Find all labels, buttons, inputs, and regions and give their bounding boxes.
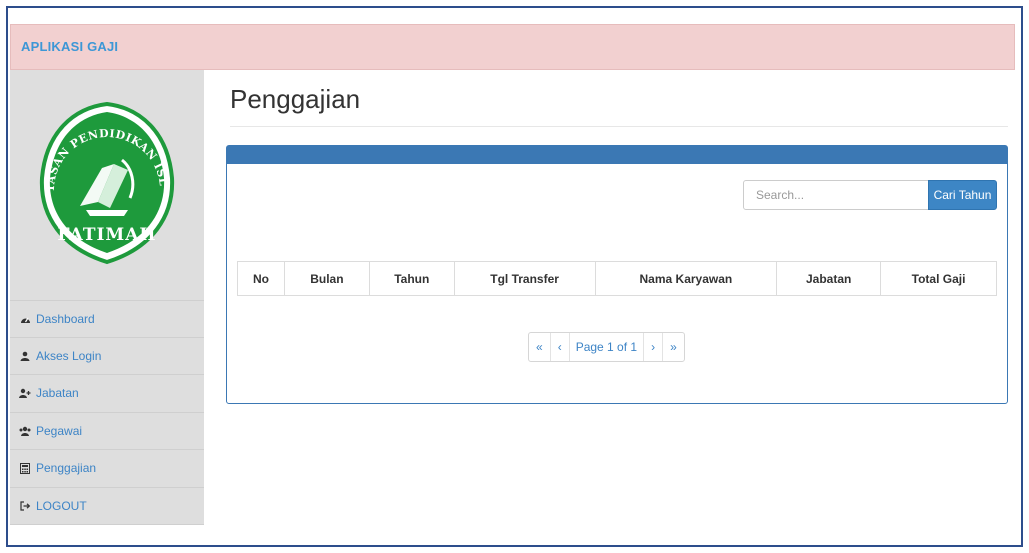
app-title[interactable]: APLIKASI GAJI <box>21 39 118 54</box>
column-header-tahun[interactable]: Tahun <box>368 261 455 296</box>
prev-page-button[interactable]: ‹ <box>551 333 570 361</box>
pagination: « ‹ Page 1 of 1 › » <box>528 332 685 362</box>
top-navbar: APLIKASI GAJI <box>10 24 1015 70</box>
table-header-row: No Bulan Tahun Tgl Transfer Nama Karyawa… <box>237 261 997 296</box>
sidebar: YAYASAN PENDIDIKAN ISLAM FATIMAH Dashboa… <box>10 70 204 525</box>
column-header-total-gaji[interactable]: Total Gaji <box>880 261 997 296</box>
sidebar-item-akses-login[interactable]: Akses Login <box>10 338 204 375</box>
svg-text:FATIMAH: FATIMAH <box>57 225 156 245</box>
sidebar-item-dashboard[interactable]: Dashboard <box>10 300 204 338</box>
sidebar-item-label: Penggajian <box>36 461 97 476</box>
next-page-button[interactable]: › <box>644 333 664 361</box>
sidebar-item-label: Dashboard <box>36 311 95 326</box>
organization-logo: YAYASAN PENDIDIKAN ISLAM FATIMAH <box>10 70 204 296</box>
column-header-no[interactable]: No <box>237 261 285 296</box>
column-header-nama-karyawan[interactable]: Nama Karyawan <box>594 261 778 296</box>
payroll-panel: Cari Tahun No Bulan Tahun Tgl Transfer N… <box>226 145 1008 404</box>
payroll-table: No Bulan Tahun Tgl Transfer Nama Karyawa… <box>237 261 997 296</box>
column-header-jabatan[interactable]: Jabatan <box>776 261 882 296</box>
sidebar-item-penggajian[interactable]: Penggajian <box>10 450 204 488</box>
last-page-button[interactable]: » <box>663 333 684 361</box>
page-info: Page 1 of 1 <box>570 333 645 361</box>
sidebar-item-label: Akses Login <box>36 348 102 363</box>
search-input[interactable] <box>743 180 929 210</box>
dashboard-icon <box>18 314 32 324</box>
sidebar-item-logout[interactable]: LOGOUT <box>10 488 204 525</box>
search-year-button[interactable]: Cari Tahun <box>928 180 997 210</box>
panel-heading <box>227 146 1007 164</box>
page-title: Penggajian <box>230 84 361 114</box>
first-page-button[interactable]: « <box>529 333 551 361</box>
logout-icon <box>18 501 32 511</box>
sidebar-item-pegawai[interactable]: Pegawai <box>10 413 204 450</box>
column-header-bulan[interactable]: Bulan <box>283 261 370 296</box>
users-icon <box>18 426 32 436</box>
sidebar-item-label: Pegawai <box>36 423 83 438</box>
user-plus-icon <box>18 388 32 399</box>
sidebar-item-jabatan[interactable]: Jabatan <box>10 375 204 413</box>
sidebar-item-label: LOGOUT <box>36 498 87 513</box>
logo-emblem: YAYASAN PENDIDIKAN ISLAM FATIMAH <box>32 98 175 265</box>
sidebar-item-label: Jabatan <box>36 386 79 401</box>
column-header-tgl-transfer[interactable]: Tgl Transfer <box>453 261 596 296</box>
calculator-icon <box>18 462 32 474</box>
sidebar-menu: Dashboard Akses Login Jabatan Pegawai Pe… <box>10 300 204 525</box>
user-icon <box>18 351 32 361</box>
title-divider <box>230 126 1008 127</box>
